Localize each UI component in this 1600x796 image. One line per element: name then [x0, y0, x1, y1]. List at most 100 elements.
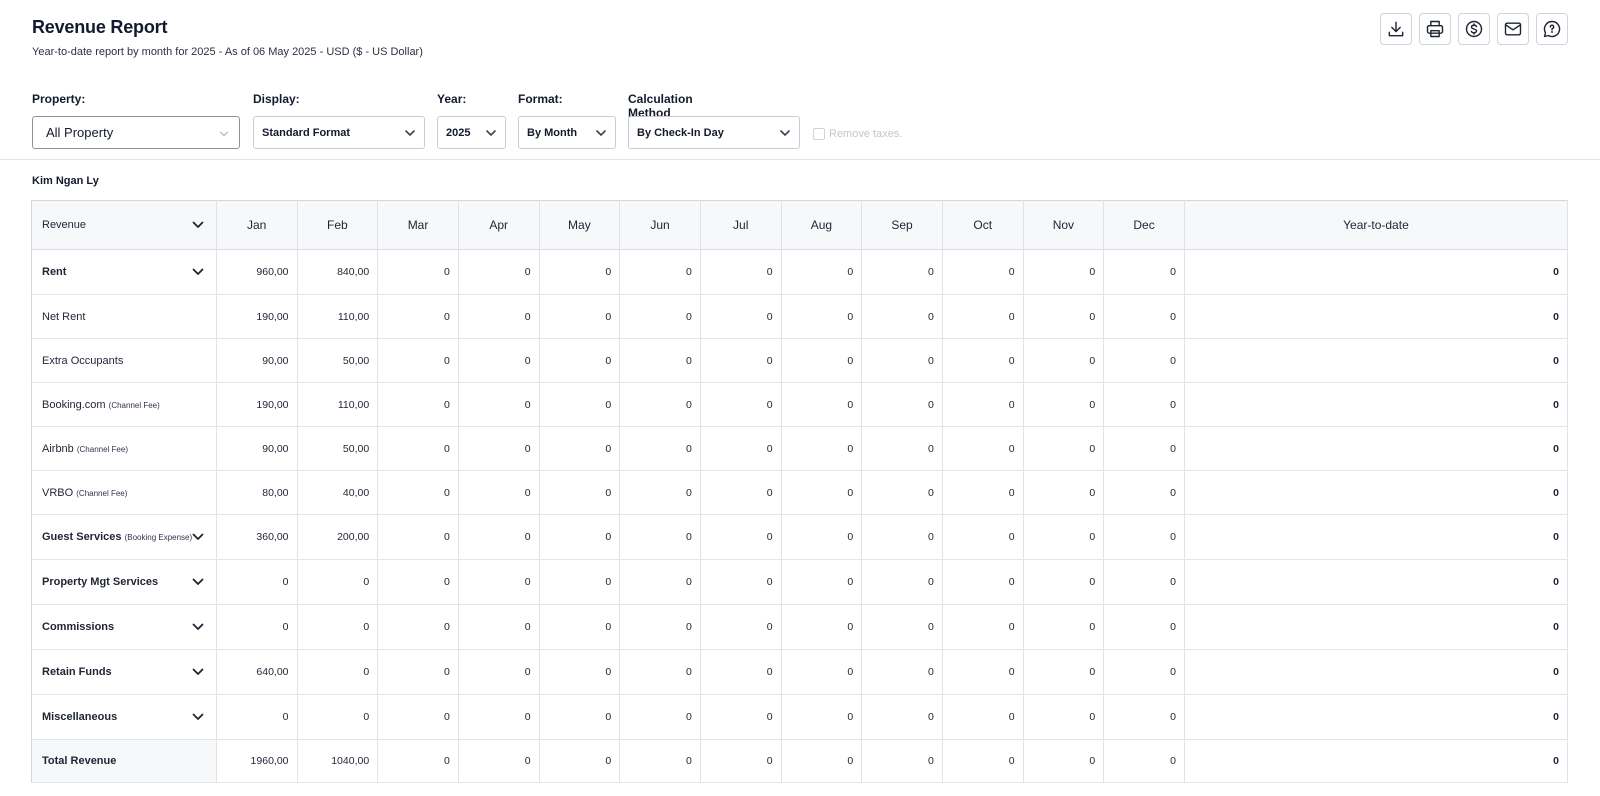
month-value-cell: 0 [700, 426, 782, 471]
format-select[interactable]: By Month [518, 116, 616, 149]
total-row: Total Revenue 1960,00 1040,00 0 0 0 0 0 0 0 0 0 0 0 [31, 739, 1569, 783]
month-value-cell: 0 [539, 604, 621, 650]
chevron-down-icon[interactable] [192, 219, 204, 231]
page-title: Revenue Report [32, 17, 168, 37]
remove-taxes-checkbox[interactable] [813, 128, 825, 140]
row-note: (Channel Fee) [76, 444, 128, 454]
display-select[interactable]: Standard Format [253, 116, 425, 149]
month-value-cell: 40,00 [297, 470, 379, 515]
chevron-down-icon[interactable] [192, 266, 204, 278]
row-label-cell[interactable]: Retain Funds [31, 649, 217, 695]
month-value-cell: 0 [1023, 426, 1105, 471]
row-label-cell: Extra Occupants [31, 338, 217, 383]
month-value-cell: 0 [942, 739, 1024, 783]
month-value-cell: 360,00 [216, 514, 298, 560]
month-value-cell: 0 [1103, 514, 1185, 560]
revenue-column-header[interactable]: Revenue [31, 200, 217, 250]
month-value-cell: 0 [539, 739, 621, 783]
month-value-cell: 0 [700, 294, 782, 339]
property-select[interactable]: All Property [32, 116, 240, 149]
month-value-cell: 0 [539, 559, 621, 605]
month-value-cell: 90,00 [216, 426, 298, 471]
currency-button[interactable] [1458, 13, 1490, 45]
remove-taxes-label: Remove taxes. [829, 128, 903, 140]
row-label: Airbnb [42, 442, 74, 455]
month-value-cell: 0 [700, 604, 782, 650]
display-value: Standard Format [262, 126, 351, 139]
month-value-cell: 840,00 [297, 249, 379, 295]
calculation-select[interactable]: By Check-In Day [628, 116, 800, 149]
month-value-cell: 0 [458, 426, 540, 471]
month-value-cell: 0 [619, 604, 701, 650]
row-label: Extra Occupants [42, 354, 124, 367]
month-value-cell: 0 [781, 470, 863, 515]
month-header: Apr [458, 200, 540, 250]
download-button[interactable] [1380, 13, 1412, 45]
chevron-down-icon[interactable] [192, 711, 204, 723]
ytd-value-cell: 0 [1184, 338, 1569, 383]
month-value-cell: 0 [619, 294, 701, 339]
row-label-cell: Total Revenue [31, 739, 217, 783]
property-value: All Property [46, 125, 114, 140]
chevron-down-icon[interactable] [192, 531, 204, 543]
ytd-value-cell: 0 [1184, 382, 1569, 427]
month-value-cell: 0 [216, 604, 298, 650]
month-header: Oct [942, 200, 1024, 250]
month-value-cell: 0 [781, 694, 863, 740]
month-value-cell: 0 [781, 739, 863, 783]
month-header: Nov [1023, 200, 1105, 250]
month-value-cell: 0 [700, 514, 782, 560]
month-value-cell: 0 [1023, 559, 1105, 605]
row-label: Total Revenue [42, 755, 117, 767]
ytd-value-cell: 0 [1184, 514, 1569, 560]
month-value-cell: 0 [781, 382, 863, 427]
chevron-down-icon[interactable] [192, 666, 204, 678]
row-label-cell[interactable]: Guest Services (Booking Expense) [31, 514, 217, 560]
month-value-cell: 0 [781, 649, 863, 695]
month-value-cell: 0 [861, 739, 943, 783]
month-value-cell: 0 [458, 470, 540, 515]
month-value-cell: 0 [539, 694, 621, 740]
chat-button[interactable] [1536, 13, 1568, 45]
month-header: Mar [377, 200, 459, 250]
month-value-cell: 0 [942, 649, 1024, 695]
month-value-cell: 0 [700, 694, 782, 740]
table-row: Net Rent 190,00 110,00 0 0 0 0 0 0 0 0 0 0 0 [31, 294, 1569, 339]
month-value-cell: 0 [942, 426, 1024, 471]
row-label-cell[interactable]: Miscellaneous [31, 694, 217, 740]
print-button[interactable] [1419, 13, 1451, 45]
month-value-cell: 0 [781, 249, 863, 295]
month-value-cell: 0 [1103, 559, 1185, 605]
month-value-cell: 0 [700, 249, 782, 295]
month-value-cell: 0 [1103, 694, 1185, 740]
month-value-cell: 90,00 [216, 338, 298, 383]
month-value-cell: 0 [619, 470, 701, 515]
table-row: Booking.com (Channel Fee) 190,00 110,00 0 0 0… [31, 382, 1569, 427]
table-row: Retain Funds 640,00 0 0 0 0 0 0 0 0 0 0 0 0 [31, 649, 1569, 695]
email-button[interactable] [1497, 13, 1529, 45]
row-label: Miscellaneous [42, 711, 118, 723]
ytd-value-cell: 0 [1184, 649, 1569, 695]
month-value-cell: 0 [861, 604, 943, 650]
month-value-cell: 0 [781, 604, 863, 650]
month-value-cell: 0 [377, 514, 459, 560]
row-label-cell[interactable]: Property Mgt Services [31, 559, 217, 605]
row-label: Property Mgt Services [42, 576, 159, 588]
month-header: May [539, 200, 621, 250]
ytd-value-cell: 0 [1184, 739, 1569, 783]
chevron-down-icon [779, 127, 791, 139]
month-value-cell: 110,00 [297, 294, 379, 339]
row-label: Retain Funds [42, 666, 112, 678]
row-label-cell[interactable]: Commissions [31, 604, 217, 650]
ytd-value-cell: 0 [1184, 694, 1569, 740]
year-select[interactable]: 2025 [437, 116, 506, 149]
month-value-cell: 50,00 [297, 338, 379, 383]
owner-name: Kim Ngan Ly [32, 175, 99, 187]
remove-taxes-toggle[interactable]: Remove taxes. [813, 128, 902, 140]
row-label: Booking.com [42, 398, 106, 411]
month-value-cell: 960,00 [216, 249, 298, 295]
row-label-cell[interactable]: Rent [31, 249, 217, 295]
chevron-down-icon[interactable] [192, 621, 204, 633]
chevron-down-icon[interactable] [192, 576, 204, 588]
month-value-cell: 0 [377, 470, 459, 515]
